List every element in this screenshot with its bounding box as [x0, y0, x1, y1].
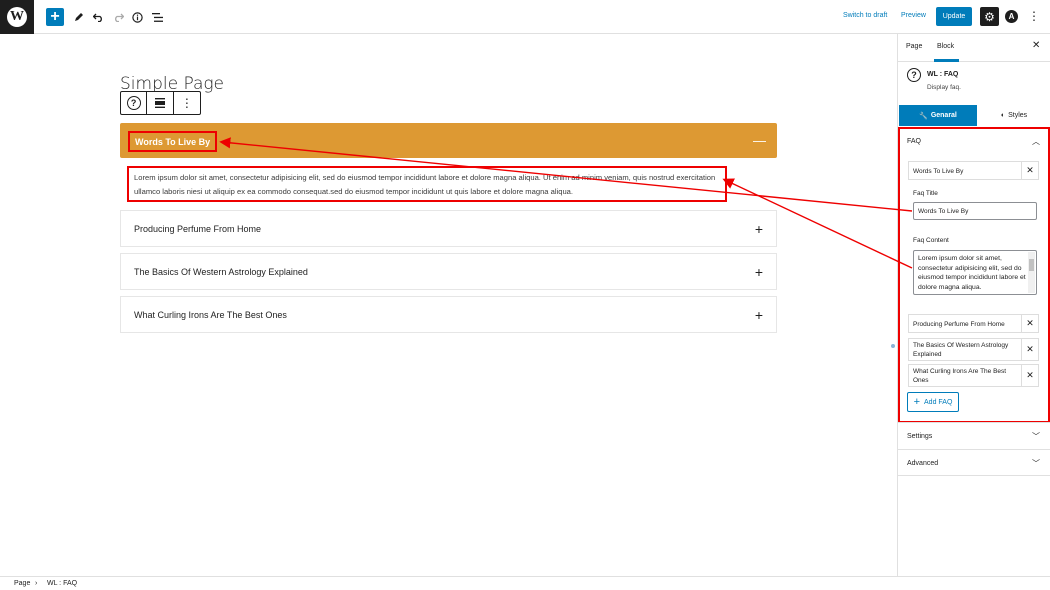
breadcrumb-page[interactable]: Page: [14, 580, 30, 587]
chevron-right-icon: ›: [35, 580, 38, 587]
annotation-arrow: [219, 137, 913, 212]
annotation-arrows: [219, 137, 913, 269]
annotation-arrow: [722, 178, 913, 269]
breadcrumb-block[interactable]: WL : FAQ: [47, 580, 77, 587]
breadcrumb: Page › WL : FAQ: [0, 576, 1050, 590]
